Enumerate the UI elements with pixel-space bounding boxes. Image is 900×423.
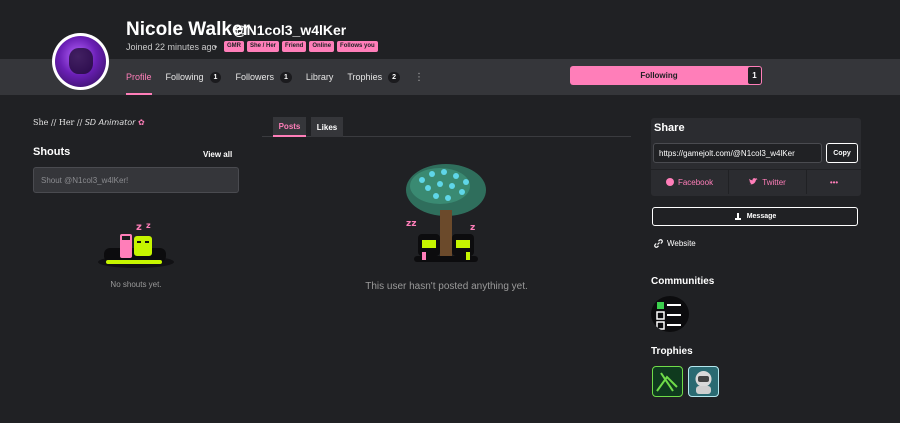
tab-trophies[interactable]: Trophies 2: [347, 59, 400, 95]
community-icon[interactable]: [651, 296, 689, 332]
tab-likes[interactable]: Likes: [311, 117, 343, 137]
tab-following[interactable]: Following 1: [166, 59, 222, 95]
leg-pink-left: [422, 252, 426, 260]
message-label: Message: [746, 213, 777, 220]
tab-profile[interactable]: Profile: [126, 59, 152, 95]
tag-gmr: GMR: [224, 41, 244, 52]
tree-trunk: [440, 210, 452, 258]
eye-right: [145, 241, 149, 243]
tag-pronouns: She / Her: [247, 41, 280, 52]
feed-tabs: Posts Likes: [262, 117, 631, 137]
tree-illustration: zz z: [406, 164, 486, 262]
twitter-icon: [749, 178, 759, 185]
sleeping-creature-illustration: z z: [98, 221, 174, 268]
share-url-input[interactable]: [653, 143, 822, 163]
more-options-icon[interactable]: ⋮: [414, 59, 424, 95]
profile-tags: GMR She / Her Friend Online Follows you: [224, 41, 378, 52]
flower-icon: ✿: [137, 118, 145, 127]
leg-green-right: [466, 252, 470, 260]
head: [134, 236, 152, 256]
no-shouts-text: No shouts yet.: [110, 280, 162, 289]
following-button-count: 1: [748, 67, 761, 84]
twitter-label: Twitter: [762, 177, 786, 187]
profile-nav: Profile Following 1 Followers 1 Library Tr…: [126, 59, 438, 95]
share-buttons: Facebook Twitter •••: [651, 169, 861, 194]
creature-right-face: [456, 240, 470, 248]
following-count: 1: [209, 71, 222, 83]
website-label: Website: [667, 239, 696, 248]
trophies-title: Trophies: [651, 346, 693, 357]
tab-followers[interactable]: Followers 1: [235, 59, 292, 95]
trophy-astronaut-art: [695, 371, 712, 394]
communities-title: Communities: [651, 276, 715, 287]
checklist-icon: [656, 302, 681, 330]
bio: She // Her // 𝘚𝘋 𝘈𝘯𝘪𝘮𝘢𝘵𝘰𝘳 ✿: [33, 118, 145, 127]
sleep-z-1: z: [136, 222, 142, 233]
view-all-link[interactable]: View all: [203, 150, 232, 159]
facebook-share-button[interactable]: Facebook: [651, 170, 730, 194]
followers-count: 1: [279, 71, 292, 83]
tab-following-label: Following: [165, 72, 204, 82]
more-icon: •••: [829, 177, 839, 187]
sleep-z-2: z: [146, 221, 151, 230]
eye-left: [137, 241, 141, 243]
limb: [106, 260, 162, 264]
website-link[interactable]: Website: [654, 239, 696, 248]
bio-text: She // Her // 𝘚𝘋 𝘈𝘯𝘪𝘮𝘢𝘵𝘰𝘳: [33, 118, 136, 127]
sleep-z-left: zz: [406, 219, 416, 229]
profile-name: Nicole Walker: [126, 19, 250, 40]
no-posts-text: This user hasn't posted anything yet.: [365, 281, 528, 292]
tab-trophies-label: Trophies: [347, 72, 383, 82]
separator-dot: •: [214, 42, 218, 52]
link-icon: [654, 239, 663, 248]
trophy-icon-1[interactable]: [652, 366, 683, 397]
joined-text: Joined 22 minutes ago: [126, 42, 217, 52]
following-button[interactable]: Following 1: [570, 66, 762, 85]
share-title: Share: [654, 122, 685, 134]
sleep-z-right: z: [470, 223, 475, 233]
facebook-label: Facebook: [677, 177, 714, 187]
facebook-icon: [665, 178, 674, 186]
copy-button[interactable]: Copy: [826, 143, 858, 163]
trophies-count: 2: [388, 71, 400, 83]
tab-profile-label: Profile: [126, 72, 152, 82]
more-share-button[interactable]: •••: [807, 170, 861, 194]
following-button-label: Following: [640, 71, 678, 80]
profile-handle: @N1col3_w4lKer: [233, 22, 347, 38]
shouts-title: Shouts: [33, 146, 71, 158]
trophy-green-art: [656, 372, 678, 392]
tab-followers-label: Followers: [235, 72, 274, 82]
avatar-image: [55, 36, 106, 87]
twitter-share-button[interactable]: Twitter: [729, 170, 808, 194]
shout-input[interactable]: [33, 167, 239, 193]
pink-stripe: [122, 236, 130, 240]
avatar[interactable]: [52, 33, 109, 90]
tab-library[interactable]: Library: [306, 59, 334, 95]
tab-library-label: Library: [305, 72, 334, 82]
tag-friend: Friend: [282, 41, 307, 52]
tab-posts[interactable]: Posts: [273, 117, 306, 137]
tag-online: Online: [309, 41, 335, 52]
message-button[interactable]: Message: [652, 207, 858, 226]
message-icon: [734, 212, 741, 220]
trophy-icon-2[interactable]: [688, 366, 719, 397]
tag-follows-you: Follows you: [337, 41, 378, 52]
creature-left-face: [422, 240, 436, 248]
